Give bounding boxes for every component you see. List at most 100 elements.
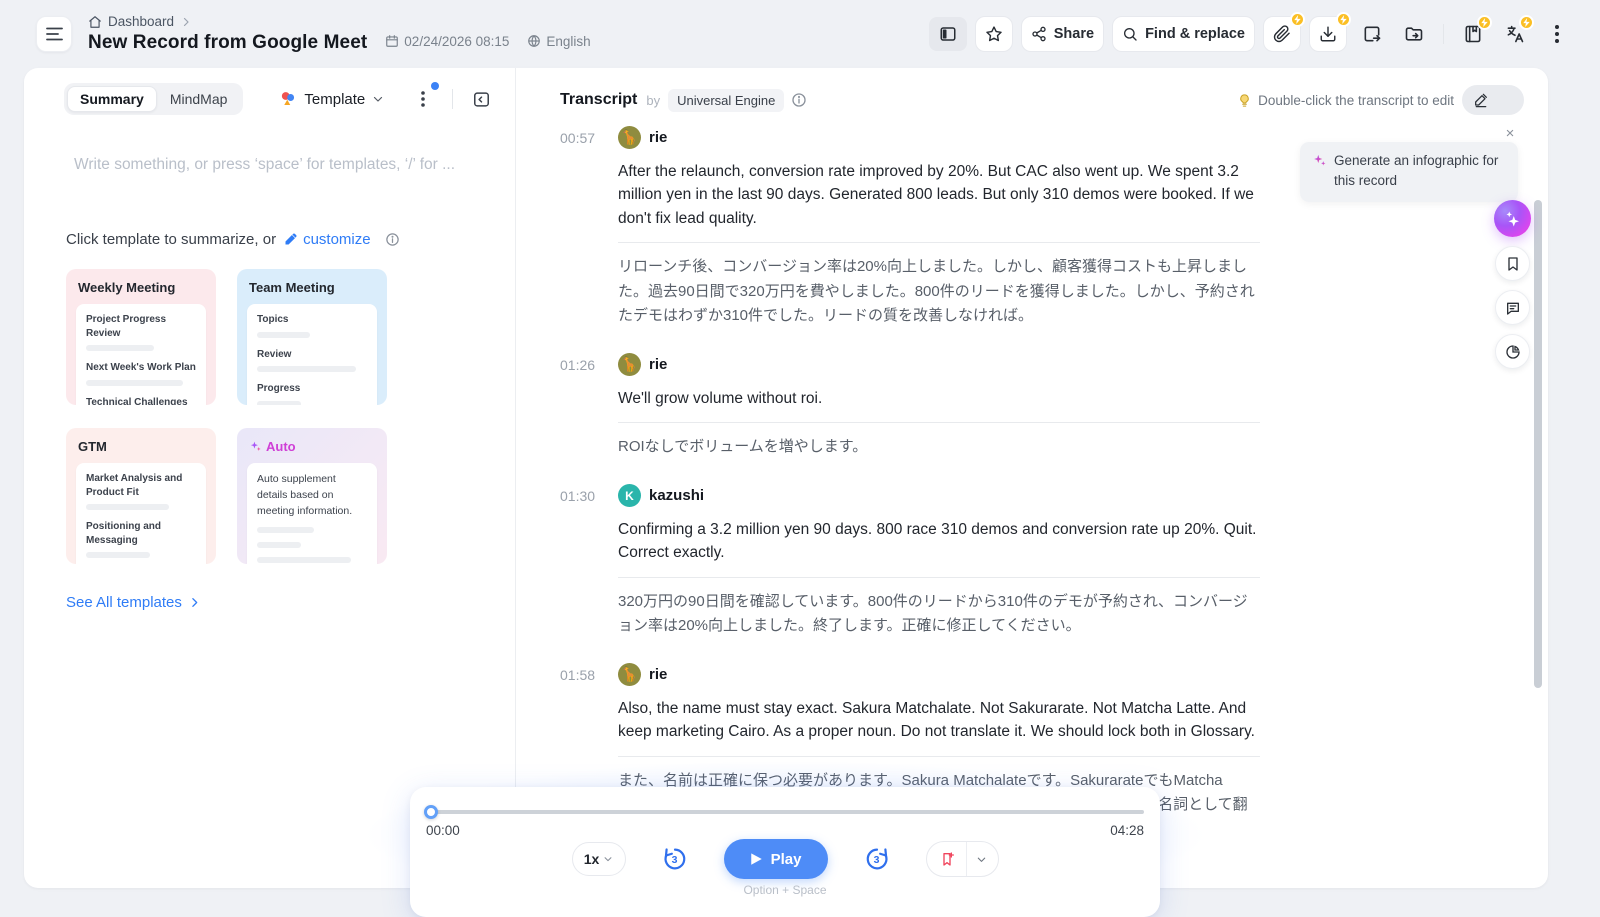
- scrollbar-thumb[interactable]: [1534, 200, 1542, 688]
- breadcrumb-dashboard[interactable]: Dashboard: [108, 14, 174, 29]
- template-icon: [279, 90, 297, 108]
- transcript-entry: 01:30Kkazushi Confirming a 3.2 million ye…: [560, 484, 1260, 639]
- speaker-name[interactable]: rie: [649, 666, 667, 683]
- template-card-preview: TopicsReviewProgress: [247, 304, 377, 405]
- transcript-text-en[interactable]: Confirming a 3.2 million yen 90 days. 80…: [618, 518, 1260, 565]
- customize-template-link[interactable]: customize: [283, 231, 371, 248]
- template-card-weekly-meeting[interactable]: Weekly MeetingProject Progress ReviewNex…: [66, 269, 216, 405]
- translate-button[interactable]: [1498, 17, 1532, 51]
- chevron-down-icon: [372, 93, 384, 105]
- transcript-entry-body: After the relaunch, conversion rate impr…: [618, 160, 1260, 329]
- template-card-title: Weekly Meeting: [78, 280, 206, 295]
- timestamp[interactable]: 01:58: [560, 667, 618, 683]
- play-shortcut-hint: Option + Space: [410, 883, 1160, 897]
- transcript-text-en[interactable]: After the relaunch, conversion rate impr…: [618, 160, 1260, 230]
- attachments-button[interactable]: [1263, 16, 1301, 52]
- transcript-entry-body: We'll grow volume without roi. ROIなしでボリュー…: [618, 387, 1260, 460]
- transcript-entry-header: 01:30Kkazushi: [560, 484, 1260, 507]
- add-bookmark-action[interactable]: [927, 851, 966, 867]
- export-record-button[interactable]: [1355, 17, 1389, 51]
- toggle-left-panel-button[interactable]: [929, 17, 967, 51]
- see-all-templates-link[interactable]: See All templates: [66, 594, 201, 611]
- template-section-label: Technical Challenges Discussion: [86, 396, 196, 406]
- comment-icon: [1505, 300, 1521, 316]
- playback-speed-button[interactable]: 1x: [572, 842, 626, 876]
- transcript-text-ja[interactable]: 320万円の90日間を確認しています。800件のリードから310件のデモが予約さ…: [618, 590, 1260, 640]
- skeleton-bar: [86, 345, 154, 351]
- bookmark-options-button[interactable]: [967, 854, 998, 865]
- move-to-folder-button[interactable]: [1397, 17, 1431, 51]
- ai-assistant-button[interactable]: [1494, 200, 1531, 237]
- speaker-name[interactable]: rie: [649, 356, 667, 373]
- transcript-list: 00:57🦒 rie After the relaunch, conversion …: [560, 126, 1260, 888]
- summarize-hint: Click template to summarize, or: [66, 231, 276, 248]
- progress-track: [426, 810, 1144, 814]
- skeleton-bar: [257, 527, 314, 533]
- favorite-button[interactable]: [975, 16, 1013, 52]
- tab-summary[interactable]: Summary: [67, 86, 157, 112]
- speaker-name[interactable]: rie: [649, 129, 667, 146]
- template-card-auto[interactable]: AutoAuto supplement details based on mee…: [237, 428, 387, 564]
- template-card-title: Team Meeting: [249, 280, 377, 295]
- app-header: Dashboard New Record from Google Meet 02…: [0, 0, 1600, 68]
- transcript-text-ja[interactable]: ROIなしでボリュームを増やします。: [618, 435, 1260, 460]
- download-button[interactable]: [1309, 16, 1347, 52]
- template-card-gtm[interactable]: GTMMarket Analysis and Product FitPositi…: [66, 428, 216, 564]
- current-time: 00:00: [426, 823, 460, 838]
- speaker-avatar: 🦒: [618, 126, 641, 149]
- transcript-text-en[interactable]: We'll grow volume without roi.: [618, 387, 1260, 410]
- download-icon: [1319, 25, 1337, 43]
- template-section-label: Market Analysis and Product Fit: [86, 472, 196, 499]
- notification-dot: [431, 82, 439, 90]
- template-card-preview: Market Analysis and Product FitPositioni…: [76, 463, 206, 564]
- transcript-text-en[interactable]: Also, the name must stay exact. Sakura M…: [618, 697, 1260, 744]
- collapse-panel-button[interactable]: [467, 85, 495, 113]
- engine-badge[interactable]: Universal Engine: [668, 89, 784, 112]
- more-options-button[interactable]: [1540, 17, 1574, 51]
- entry-divider: [618, 756, 1260, 757]
- transcript-entry: 00:57🦒 rie After the relaunch, conversion …: [560, 126, 1260, 329]
- forward-3s-button[interactable]: 3: [862, 844, 892, 874]
- home-icon: [88, 15, 102, 29]
- star-icon: [985, 25, 1003, 43]
- timestamp[interactable]: 00:57: [560, 130, 618, 146]
- timestamp[interactable]: 01:30: [560, 488, 618, 504]
- summary-editor-placeholder[interactable]: Write something, or press ‘space’ for te…: [74, 156, 485, 174]
- find-replace-button[interactable]: Find & replace: [1112, 16, 1255, 52]
- hamburger-menu-button[interactable]: [36, 16, 72, 52]
- progress-bar[interactable]: [426, 805, 1144, 819]
- transcript-entry-body: Confirming a 3.2 million yen 90 days. 80…: [618, 518, 1260, 639]
- summary-panel: Summary MindMap Template Write something…: [24, 68, 516, 888]
- panel-more-button[interactable]: [410, 86, 436, 112]
- analytics-button[interactable]: [1495, 334, 1530, 369]
- speaker-name[interactable]: kazushi: [649, 487, 704, 504]
- tab-mindmap[interactable]: MindMap: [157, 86, 241, 112]
- add-bookmark-button[interactable]: [926, 841, 999, 877]
- infographic-tooltip[interactable]: Generate an infographic for this record …: [1300, 142, 1518, 202]
- chevron-right-icon: [180, 16, 192, 28]
- info-icon[interactable]: [385, 232, 400, 247]
- comments-button[interactable]: [1495, 290, 1530, 325]
- transcript-text-ja[interactable]: リローンチ後、コンバージョン率は20%向上しました。しかし、顧客獲得コストも上昇…: [618, 255, 1260, 329]
- transcript-entry-header: 00:57🦒 rie: [560, 126, 1260, 149]
- glossary-button[interactable]: [1456, 17, 1490, 51]
- hamburger-icon: [46, 27, 63, 41]
- share-button[interactable]: Share: [1021, 16, 1104, 52]
- rewind-3s-button[interactable]: 3: [660, 844, 690, 874]
- timestamp[interactable]: 01:26: [560, 357, 618, 373]
- template-dropdown[interactable]: Template: [279, 90, 384, 108]
- template-card-description: Auto supplement details based on meeting…: [257, 472, 367, 519]
- skeleton-bar: [257, 542, 301, 548]
- toolbar-divider: [1443, 24, 1444, 44]
- info-icon[interactable]: [791, 92, 807, 108]
- progress-handle[interactable]: [424, 805, 438, 819]
- panel-toolbar-divider: [452, 89, 453, 109]
- edit-transcript-toggle[interactable]: [1462, 85, 1524, 115]
- template-card-team-meeting[interactable]: Team Meeting TopicsReviewProgress: [237, 269, 387, 405]
- close-icon[interactable]: ×: [1501, 125, 1519, 143]
- entry-divider: [618, 422, 1260, 423]
- folder-icon: [1404, 24, 1424, 44]
- bookmarks-button[interactable]: [1495, 246, 1530, 281]
- rewind-skip-value: 3: [672, 854, 678, 866]
- play-button[interactable]: Play: [724, 839, 828, 879]
